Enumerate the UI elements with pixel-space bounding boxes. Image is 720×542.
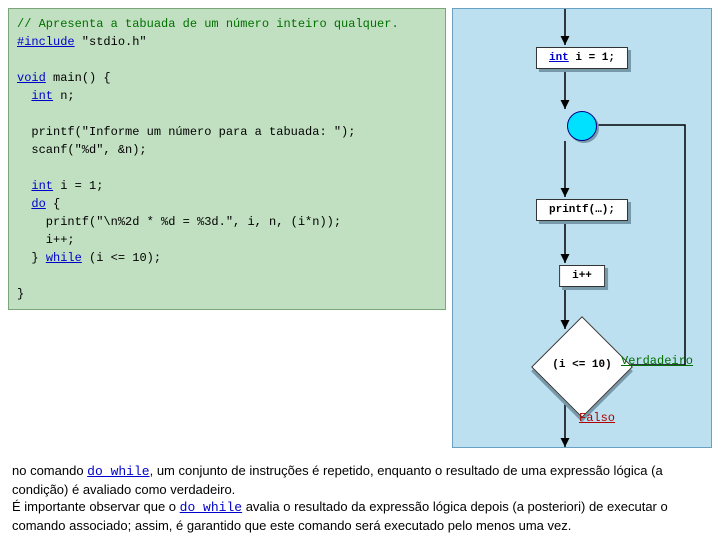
kw-void: void: [17, 71, 46, 85]
top-row: // Apresenta a tabuada de um número inte…: [8, 8, 712, 448]
flow-node-init: int i = 1;: [536, 47, 628, 69]
comment-line: // Apresenta a tabuada de um número inte…: [17, 17, 399, 31]
flow-label-false: Falso: [579, 411, 615, 425]
prose-p2a: É importante observar que o: [12, 499, 180, 514]
printf-line2: printf("\n%2d * %d = %3d.", i, n, (i*n))…: [17, 215, 341, 229]
flow-node-printf: printf(…);: [536, 199, 628, 221]
flow-label-true: Verdadeiro: [621, 354, 693, 368]
include-path: "stdio.h": [75, 35, 147, 49]
flow-printf-text: printf(…);: [549, 204, 615, 216]
while-cond: (i <= 10);: [82, 251, 161, 265]
close-brace: }: [17, 251, 46, 265]
flow-connector-circle: [567, 111, 597, 141]
printf-line1: printf("Informe um número para a tabuada…: [17, 125, 355, 139]
kw-int2: int: [31, 179, 53, 193]
flowchart: int i = 1; printf(…); i++ (i <= 10) Verd…: [452, 8, 712, 448]
flow-init-text: i = 1;: [569, 52, 615, 64]
code-block: // Apresenta a tabuada de um número inte…: [8, 8, 446, 310]
decl-i: i = 1;: [53, 179, 103, 193]
prose-p1a: no comando: [12, 463, 87, 478]
kw-int: int: [31, 89, 53, 103]
do-brace: {: [46, 197, 60, 211]
flow-ipp-text: i++: [572, 270, 592, 282]
decl-n: n;: [53, 89, 75, 103]
prose-kw-dowhile2: do while: [180, 500, 242, 515]
end-brace: }: [17, 287, 24, 301]
kw-include: #include: [17, 35, 75, 49]
explanation-text: no comando do while, um conjunto de inst…: [8, 448, 706, 534]
kw-while: while: [46, 251, 82, 265]
main-sig: main() {: [46, 71, 111, 85]
flow-node-increment: i++: [559, 265, 605, 287]
scanf-line: scanf("%d", &n);: [17, 143, 147, 157]
flow-decision-label: (i <= 10): [552, 359, 611, 371]
kw-do: do: [31, 197, 45, 211]
flow-kw-int: int: [549, 52, 569, 64]
ipp-line: i++;: [17, 233, 75, 247]
prose-kw-dowhile: do while: [87, 464, 149, 479]
